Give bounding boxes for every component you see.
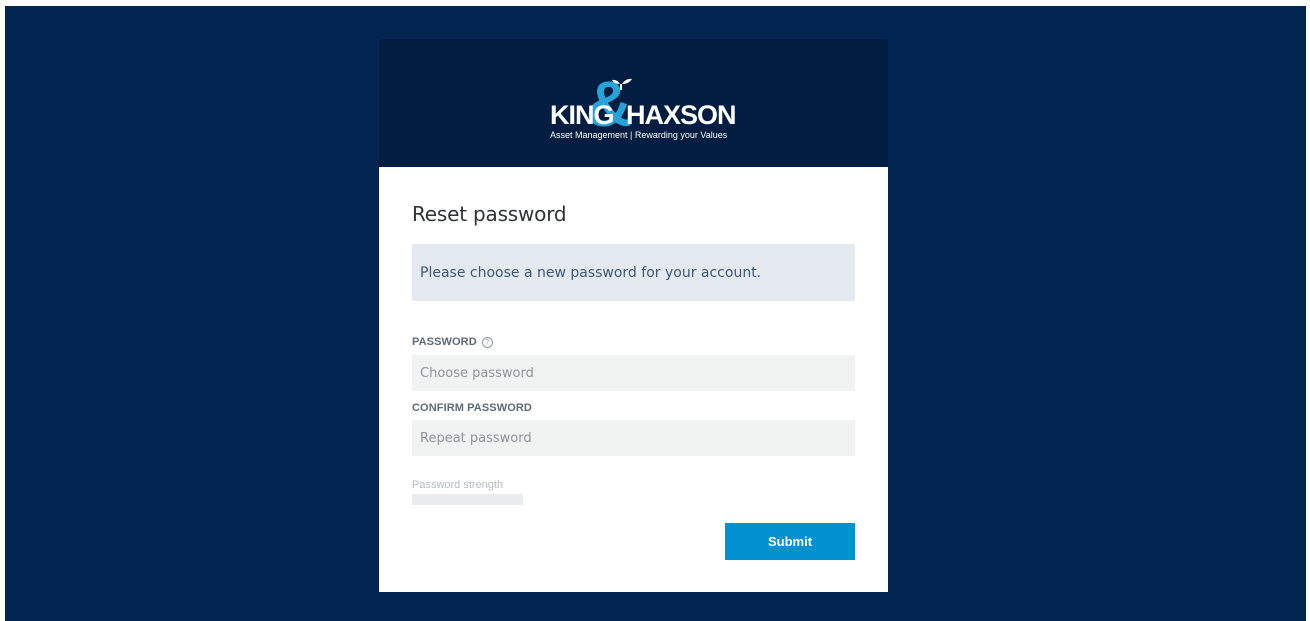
password-strength-label: Password strength: [412, 479, 504, 491]
reset-password-card: & KING HAXSON Asset Management | Rewardi…: [379, 39, 888, 592]
info-notice-text: Please choose a new password for your ac…: [420, 264, 762, 281]
info-notice: Please choose a new password for your ac…: [412, 244, 855, 301]
confirm-password-label: CONFIRM PASSWORD: [412, 402, 532, 414]
submit-button[interactable]: Submit: [725, 523, 855, 560]
brand-tagline: Asset Management | Rewarding your Values: [550, 130, 728, 140]
help-icon[interactable]: ?: [481, 336, 493, 348]
password-input[interactable]: [412, 355, 855, 391]
page-title: Reset password: [412, 202, 567, 226]
brand-name-left: KING: [550, 100, 614, 130]
page-background: & KING HAXSON Asset Management | Rewardi…: [5, 6, 1306, 621]
confirm-password-input[interactable]: [412, 420, 855, 456]
password-label-text: PASSWORD: [412, 336, 477, 348]
password-label: PASSWORD ?: [412, 336, 493, 348]
brand-name-right: HAXSON: [626, 100, 736, 130]
card-header: & KING HAXSON Asset Management | Rewardi…: [379, 39, 888, 167]
brand-logo: & KING HAXSON Asset Management | Rewardi…: [379, 66, 888, 146]
password-strength-meter: [412, 494, 523, 505]
confirm-password-label-text: CONFIRM PASSWORD: [412, 402, 532, 414]
